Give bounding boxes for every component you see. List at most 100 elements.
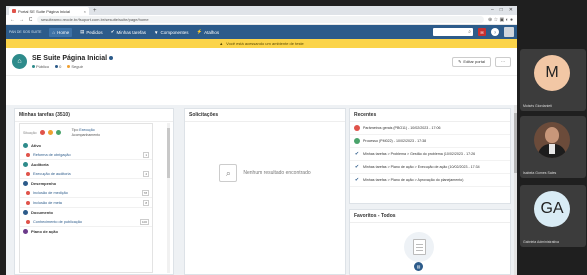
portal-home-icon: ⌂	[17, 58, 22, 65]
recent-panel: Recentes Parâmetros gerais (PBO11) - 10/…	[349, 108, 511, 204]
group-name: Plano de ação	[31, 229, 58, 234]
follow-label: Seguir	[71, 63, 83, 69]
reload-button[interactable]: C	[28, 17, 33, 23]
browser-tab[interactable]: Portal SE Suite Página Inicial ×	[9, 7, 89, 15]
home-icon: ⌂	[52, 29, 56, 35]
document-badge-icon: ▤	[414, 262, 423, 271]
forward-button[interactable]: →	[19, 17, 24, 23]
recent-item-text: Minhas tarefas > Problema > Gestão do pr…	[363, 152, 476, 156]
status-yellow-icon[interactable]	[47, 130, 53, 135]
favorites-empty-illustration	[404, 232, 434, 262]
group-name: Desempenho	[31, 181, 57, 186]
components-icon: ▼	[153, 29, 159, 35]
close-window-button[interactable]: ✕	[509, 7, 513, 13]
follow-type-label[interactable]: Acompanhamento	[72, 133, 100, 137]
warning-text: Você está acessando um ambiente de teste	[226, 41, 304, 46]
recent-item[interactable]: ✔ Minhas tarefas > Plano de ação > Aprova…	[350, 174, 510, 187]
requests-panel: Solicitações ⌕ Nenhum resultado encontra…	[184, 108, 346, 275]
minimize-button[interactable]: –	[491, 7, 494, 13]
page-title: SE Suite Página Inicial	[32, 55, 114, 62]
recent-item[interactable]: Processo (PM022) - 10/02/2023 - 17:38	[350, 135, 510, 148]
participant-name: Moisés Giordanieti	[523, 104, 552, 108]
follow-link[interactable]: Seguir	[67, 64, 83, 69]
url-field[interactable]: sesuiteamo.reode.br/fsuport.com.br/sesui…	[37, 16, 484, 23]
tab-close-icon[interactable]: ×	[84, 9, 86, 14]
page-scrollbar[interactable]	[514, 105, 517, 275]
avatar: M	[534, 55, 570, 91]
task-count: 1	[143, 151, 149, 158]
tasks-scrollbar[interactable]	[167, 123, 170, 273]
group-desempenho-icon	[23, 181, 28, 186]
favorites-panel: Favoritos - Todos ▤	[349, 209, 511, 275]
lightning-icon: ⚡	[196, 29, 203, 34]
user-avatar[interactable]	[504, 27, 514, 37]
title-block: SE Suite Página Inicial Público 0 Seguir	[32, 55, 114, 69]
task-status-icon	[26, 190, 30, 195]
task-row[interactable]: Inclusão de medição 78	[20, 188, 152, 198]
browser-extension-icons[interactable]: ⊕ ☆ ▣ ◐ ●	[488, 17, 513, 23]
page-meta: Público 0 Seguir	[32, 64, 113, 69]
meta-public-label: Público	[36, 63, 50, 69]
participant-tile[interactable]: GA Gabriela Administrativa	[520, 185, 586, 247]
recent-item-text: Parâmetros gerais (PBO11) - 10/02/2023 -…	[363, 126, 441, 130]
edit-portal-button[interactable]: ✎ Editar portal	[452, 56, 491, 67]
task-row[interactable]: Inclusão de meta 8	[20, 198, 152, 208]
group-ativo[interactable]: Ativo	[20, 141, 152, 150]
photo-face	[545, 127, 559, 143]
nav-minhas-tarefas[interactable]: ✔ Minhas tarefas	[111, 29, 146, 35]
photo-shirt	[549, 144, 555, 154]
task-row[interactable]: Execução de auditoria 4	[20, 169, 152, 179]
recent-item-text: Processo (PM022) - 10/02/2023 - 17:38	[363, 139, 427, 143]
maximize-button[interactable]: □	[500, 7, 503, 13]
group-name: Ativo	[31, 143, 41, 148]
app-navbar: PAN DE SOS SUITE ⌂ Home ▤ Pedidos ✔ Minh…	[6, 25, 517, 39]
address-bar-row: ← → C sesuiteamo.reode.br/fsuport.com.br…	[6, 15, 517, 25]
nav-minhas-tarefas-label: Minhas tarefas	[116, 29, 146, 35]
group-auditoria[interactable]: Auditoria	[20, 160, 152, 169]
status-red-icon[interactable]	[39, 130, 45, 135]
scrollbar-thumb[interactable]	[167, 128, 170, 178]
group-desempenho[interactable]: Desempenho	[20, 179, 152, 188]
new-tab-button[interactable]: +	[93, 8, 97, 14]
participant-tile[interactable]: M Moisés Giordanieti	[520, 49, 586, 111]
task-status-icon	[26, 152, 30, 157]
status-green-icon[interactable]	[55, 130, 61, 135]
nav-atalhos[interactable]: ⚡ Atalhos	[196, 29, 219, 35]
nav-componentes[interactable]: ▼ Componentes	[154, 30, 189, 35]
tab-favicon-icon	[12, 9, 16, 13]
recent-item[interactable]: Parâmetros gerais (PBO11) - 10/02/2023 -…	[350, 122, 510, 135]
execution-label: Execução	[79, 128, 95, 132]
search-input[interactable]: ⌕	[433, 28, 473, 36]
recent-item[interactable]: ✔ Minhas tarefas > Problema > Gestão do p…	[350, 148, 510, 161]
more-options-button[interactable]: ···	[495, 56, 511, 67]
task-row[interactable]: Conhecimento de publicação 100	[20, 217, 152, 227]
task-status-icon	[26, 219, 30, 224]
nav-pedidos-label: Pedidos	[86, 29, 103, 35]
group-documento[interactable]: Documento	[20, 208, 152, 217]
participant-tile[interactable]: Isabela Gomes Sales	[520, 116, 586, 178]
situation-label: Situação	[23, 130, 37, 135]
group-documento-icon	[23, 210, 28, 215]
recent-item[interactable]: ✔ Minhas tarefas > Plano de ação > Execuç…	[350, 161, 510, 174]
page-scrollbar-thumb[interactable]	[514, 113, 517, 173]
system-label: PAN DE SOS SUITE	[9, 30, 42, 34]
edit-portal-label: Editar portal	[463, 59, 485, 64]
type-row[interactable]: Tipo Execução	[72, 128, 100, 132]
task-row[interactable]: Reforma de obrigação 1	[20, 150, 152, 160]
recent-item-text: Minhas tarefas > Plano de ação > Aprovaç…	[363, 178, 464, 182]
task-label: Execução de auditoria	[33, 171, 71, 176]
check-icon: ✔	[110, 29, 115, 34]
task-count: 100	[139, 218, 149, 225]
back-button[interactable]: ←	[10, 17, 15, 23]
public-icon	[32, 64, 35, 68]
tasks-title: Minhas tarefas (3510)	[15, 109, 173, 122]
nav-home[interactable]: ⌂ Home	[49, 27, 73, 37]
group-plano-de-acao[interactable]: Plano de ação	[20, 227, 152, 236]
avatar: GA	[534, 191, 570, 227]
url-text: sesuiteamo.reode.br/fsuport.com.br/sesui…	[41, 17, 149, 22]
nav-pedidos[interactable]: ▤ Pedidos	[80, 29, 103, 35]
notifications-icon[interactable]: ✉	[478, 28, 486, 36]
tasks-panel: Minhas tarefas (3510) Situação Tipo Exec…	[14, 108, 174, 275]
help-icon[interactable]: ?	[491, 28, 499, 36]
task-label: Conhecimento de publicação	[33, 219, 82, 224]
